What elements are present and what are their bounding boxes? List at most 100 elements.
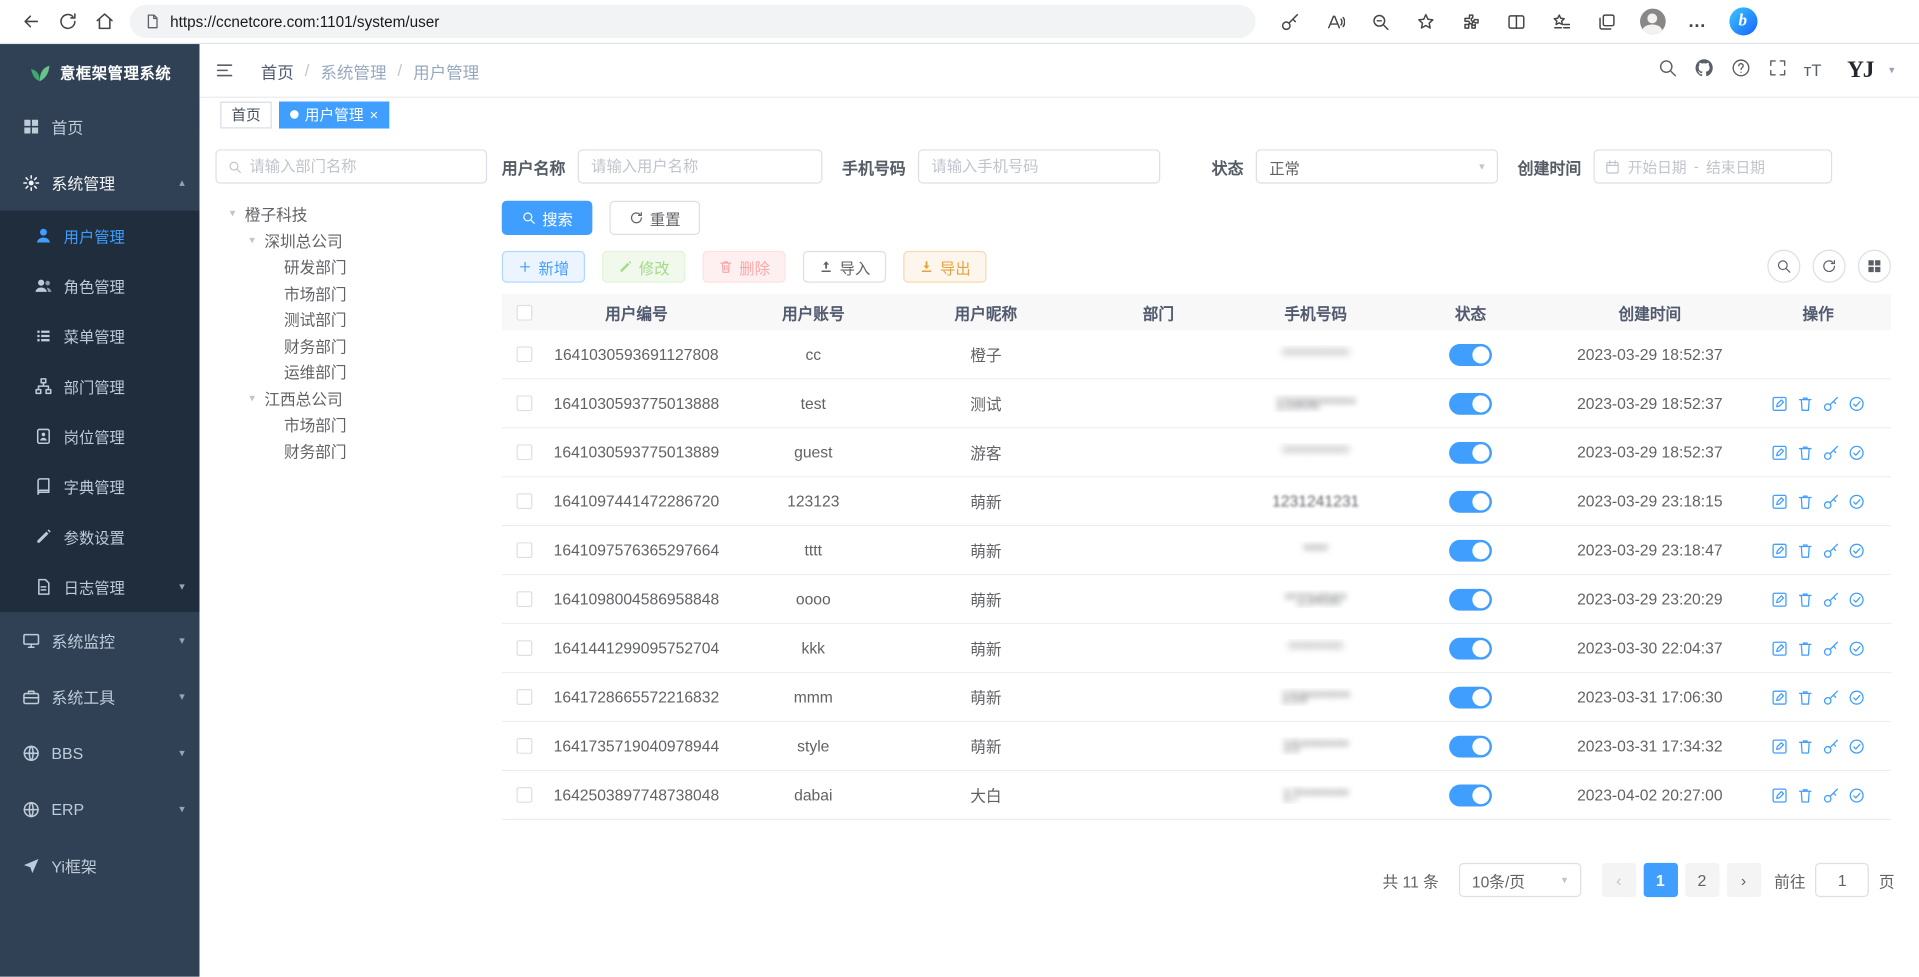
refresh-table-icon[interactable] — [1813, 250, 1846, 283]
breadcrumb-system[interactable]: 系统管理 — [320, 58, 386, 82]
toggle-search-icon[interactable] — [1767, 250, 1800, 283]
delete-icon[interactable] — [1797, 737, 1814, 754]
tree-node[interactable]: ▾ 市场部门 — [215, 411, 494, 437]
edit-icon[interactable] — [1771, 688, 1788, 705]
reset-password-key-icon[interactable] — [1822, 395, 1839, 412]
row-checkbox[interactable] — [516, 395, 532, 411]
delete-icon[interactable] — [1797, 395, 1814, 412]
sidebar-item-erp[interactable]: ERP ▾ — [0, 781, 199, 837]
reset-password-key-icon[interactable] — [1822, 444, 1839, 461]
next-page-button[interactable]: › — [1726, 863, 1760, 897]
edit-icon[interactable] — [1771, 444, 1788, 461]
address-bar[interactable]: https://ccnetcore.com:1101/system/user — [130, 5, 1256, 38]
page-number-button[interactable]: 2 — [1685, 863, 1719, 897]
reset-password-key-icon[interactable] — [1822, 639, 1839, 656]
status-select[interactable]: 正常 ▾ — [1256, 149, 1498, 183]
browser-refresh-button[interactable] — [49, 3, 86, 40]
reset-button[interactable]: 重置 — [610, 201, 701, 235]
reset-password-key-icon[interactable] — [1822, 493, 1839, 510]
reset-password-key-icon[interactable] — [1822, 786, 1839, 803]
password-key-icon[interactable] — [1275, 7, 1304, 36]
delete-icon[interactable] — [1797, 639, 1814, 656]
reset-password-key-icon[interactable] — [1822, 737, 1839, 754]
sidebar-item-system-tools[interactable]: 系统工具 ▾ — [0, 668, 199, 724]
sidebar-item-post-management[interactable]: 岗位管理 — [0, 411, 199, 461]
row-checkbox[interactable] — [516, 689, 532, 705]
status-toggle[interactable] — [1449, 735, 1492, 757]
goto-page-input[interactable] — [1815, 863, 1869, 897]
row-checkbox[interactable] — [516, 787, 532, 803]
user-avatar[interactable]: YJ — [1847, 57, 1873, 84]
status-toggle[interactable] — [1449, 588, 1492, 610]
caret-down-icon[interactable]: ▾ — [245, 391, 260, 404]
reset-password-key-icon[interactable] — [1822, 688, 1839, 705]
sidebar-item-menu-management[interactable]: 菜单管理 — [0, 311, 199, 361]
sidebar-item-bbs[interactable]: BBS ▾ — [0, 725, 199, 781]
tree-node[interactable]: ▾ 财务部门 — [215, 332, 494, 358]
edit-icon[interactable] — [1771, 542, 1788, 559]
sidebar-toggle-icon[interactable] — [202, 43, 246, 97]
add-button[interactable]: 新增 — [502, 251, 585, 283]
select-all-checkbox[interactable] — [516, 304, 532, 320]
status-toggle[interactable] — [1449, 392, 1492, 414]
status-toggle[interactable] — [1449, 343, 1492, 365]
page-number-button[interactable]: 1 — [1643, 863, 1677, 897]
github-icon[interactable] — [1694, 57, 1715, 84]
edit-icon[interactable] — [1771, 786, 1788, 803]
browser-home-button[interactable] — [86, 3, 123, 40]
status-toggle[interactable] — [1449, 539, 1492, 561]
assign-role-icon[interactable] — [1848, 542, 1865, 559]
sidebar-item-dept-management[interactable]: 部门管理 — [0, 361, 199, 411]
row-checkbox[interactable] — [516, 542, 532, 558]
tree-node[interactable]: ▾ 市场部门 — [215, 280, 494, 306]
search-button[interactable]: 搜索 — [502, 201, 593, 235]
close-tab-icon[interactable]: × — [370, 107, 379, 122]
status-toggle[interactable] — [1449, 784, 1492, 806]
column-settings-icon[interactable] — [1858, 250, 1891, 283]
chevron-down-icon[interactable]: ▾ — [1889, 64, 1895, 77]
tree-node[interactable]: ▾ 研发部门 — [215, 253, 494, 279]
status-toggle[interactable] — [1449, 686, 1492, 708]
delete-icon[interactable] — [1797, 493, 1814, 510]
sidebar-item-yi-framework[interactable]: Yi框架 — [0, 837, 199, 893]
date-range-picker[interactable]: 开始日期 - 结束日期 — [1594, 149, 1833, 183]
collections-icon[interactable] — [1592, 7, 1621, 36]
browser-back-button[interactable] — [12, 3, 49, 40]
tree-node[interactable]: ▾ 财务部门 — [215, 438, 494, 464]
row-checkbox[interactable] — [516, 738, 532, 754]
tree-node[interactable]: ▾ 运维部门 — [215, 359, 494, 385]
row-checkbox[interactable] — [516, 444, 532, 460]
tree-node[interactable]: ▾ 测试部门 — [215, 306, 494, 332]
sidebar-item-user-management[interactable]: 用户管理 — [0, 211, 199, 261]
modify-button[interactable]: 修改 — [602, 251, 685, 283]
tree-node[interactable]: ▾ 江西总公司 — [215, 385, 494, 411]
sidebar-item-system-management[interactable]: 系统管理 ▴ — [0, 154, 199, 210]
zoom-icon[interactable] — [1366, 7, 1395, 36]
help-question-icon[interactable] — [1730, 57, 1751, 84]
status-toggle[interactable] — [1449, 441, 1492, 463]
sidebar-item-home[interactable]: 首页 — [0, 98, 199, 154]
edit-icon[interactable] — [1771, 639, 1788, 656]
row-checkbox[interactable] — [516, 591, 532, 607]
row-checkbox[interactable] — [516, 346, 532, 362]
add-favorite-star-icon[interactable] — [1411, 7, 1440, 36]
assign-role-icon[interactable] — [1848, 639, 1865, 656]
delete-icon[interactable] — [1797, 444, 1814, 461]
import-button[interactable]: 导入 — [803, 251, 886, 283]
browser-menu-icon[interactable]: … — [1683, 7, 1712, 36]
row-checkbox[interactable] — [516, 493, 532, 509]
extensions-puzzle-icon[interactable] — [1456, 7, 1485, 36]
prev-page-button[interactable]: ‹ — [1602, 863, 1636, 897]
sidebar-item-log-management[interactable]: 日志管理 ▾ — [0, 562, 199, 612]
tree-node[interactable]: ▾ 深圳总公司 — [215, 227, 494, 253]
assign-role-icon[interactable] — [1848, 786, 1865, 803]
font-size-icon[interactable]: тT — [1804, 61, 1822, 79]
sidebar-item-role-management[interactable]: 角色管理 — [0, 261, 199, 311]
assign-role-icon[interactable] — [1848, 688, 1865, 705]
export-button[interactable]: 导出 — [903, 251, 986, 283]
profile-avatar[interactable] — [1638, 7, 1667, 36]
tab-home[interactable]: 首页 — [220, 101, 271, 128]
header-search-icon[interactable] — [1657, 57, 1678, 84]
phone-input[interactable] — [918, 149, 1160, 183]
edit-icon[interactable] — [1771, 737, 1788, 754]
